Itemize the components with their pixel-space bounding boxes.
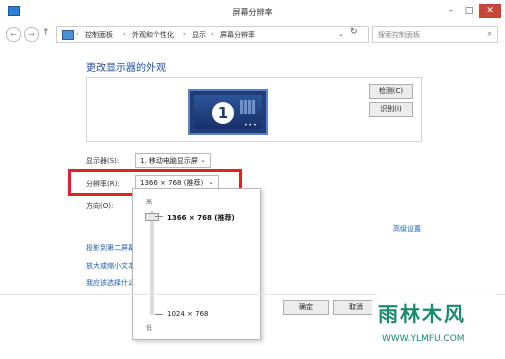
chevron-down-icon[interactable]: ⌄: [338, 30, 344, 38]
ok-button[interactable]: 确定: [283, 300, 329, 315]
maximize-button[interactable]: □: [461, 4, 477, 18]
resolution-slider-thumb[interactable]: [145, 213, 159, 221]
refresh-icon[interactable]: ↻: [350, 27, 358, 37]
search-placeholder: 搜索控制面板: [378, 31, 420, 39]
display-value: 1. 移动电脑显示屏: [140, 157, 198, 165]
slider-tick: [155, 314, 163, 315]
low-label: 低: [146, 325, 153, 332]
high-label: 高: [146, 199, 153, 206]
close-button[interactable]: ✕: [479, 4, 501, 18]
chevron-icon: ›: [76, 30, 79, 38]
link-project-second-screen[interactable]: 投影到第二屏幕: [86, 243, 135, 253]
control-panel-icon: [62, 30, 74, 40]
forward-icon[interactable]: →: [24, 27, 39, 42]
search-input[interactable]: 搜索控制面板 ⌕: [372, 26, 498, 43]
chevron-icon: ›: [123, 30, 126, 38]
identify-button[interactable]: 识别(I): [369, 102, 413, 117]
monitor-icon[interactable]: 1 •••: [188, 89, 268, 135]
monitor-number: 1: [212, 102, 234, 124]
chevron-icon: ›: [211, 30, 214, 38]
title-bar: 屏幕分辨率 – □ ✕: [0, 0, 505, 22]
monitor-screen: 1 •••: [194, 95, 262, 129]
orientation-label: 方向(O):: [86, 202, 114, 210]
detect-button[interactable]: 检测(C): [369, 84, 413, 99]
dots-icon: •••: [244, 122, 258, 129]
watermark-text: 雨林木风: [378, 302, 466, 326]
link-text-size[interactable]: 放大或缩小文本: [86, 261, 135, 271]
breadcrumb-resolution[interactable]: 屏幕分辨率: [220, 30, 255, 40]
window-title: 屏幕分辨率: [232, 8, 273, 17]
breadcrumb-appearance[interactable]: 外观和个性化: [132, 30, 174, 40]
minimize-button[interactable]: –: [443, 4, 459, 18]
breadcrumb-control-panel[interactable]: 控制面板: [85, 30, 113, 40]
display-label: 显示器(S):: [86, 157, 120, 165]
breadcrumb-display[interactable]: 显示: [192, 30, 206, 40]
resolution-option-low[interactable]: 1024 × 768: [167, 310, 209, 318]
up-icon[interactable]: ↑: [42, 28, 50, 38]
tiles-icon: [240, 100, 256, 114]
page-title: 更改显示器的外观: [86, 63, 166, 74]
back-icon[interactable]: ←: [6, 27, 21, 42]
watermark-logo: 雨林木风 WWW.YLMFU.COM: [372, 293, 500, 353]
chevron-icon: ›: [183, 30, 186, 38]
slider-tick: [155, 216, 163, 217]
link-help[interactable]: 我应该选择什么: [86, 278, 135, 288]
watermark-url: WWW.YLMFU.COM: [382, 334, 465, 344]
resolution-slider-track[interactable]: [150, 211, 154, 315]
address-bar: ← → ↑ › 控制面板 › 外观和个性化 › 显示 › 屏幕分辨率 ⌄ ↻ 搜…: [0, 24, 505, 44]
chevron-down-icon: ⌄: [200, 156, 206, 164]
resolution-dropdown: 高 1366 × 768 (推荐) 1024 × 768 低: [132, 188, 261, 340]
display-select[interactable]: 1. 移动电脑显示屏 ⌄: [135, 153, 211, 168]
breadcrumb[interactable]: › 控制面板 › 外观和个性化 › 显示 › 屏幕分辨率 ⌄: [56, 26, 369, 43]
advanced-settings-link[interactable]: 高级设置: [393, 224, 421, 234]
search-icon[interactable]: ⌕: [488, 29, 492, 39]
resolution-option-high[interactable]: 1366 × 768 (推荐): [167, 213, 235, 223]
